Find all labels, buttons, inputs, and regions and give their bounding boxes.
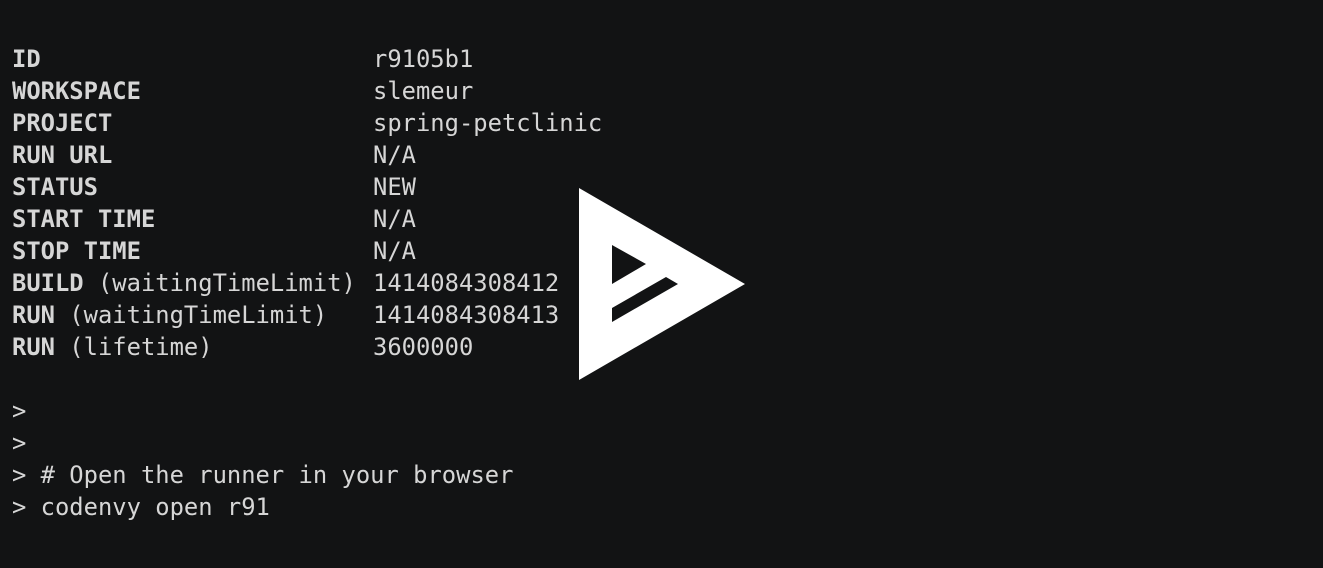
- info-row-workspace: WORKSPACE slemeur: [12, 75, 1302, 107]
- prompt-comment: > # Open the runner in your browser: [12, 461, 514, 489]
- info-key: BUILD (waitingTimeLimit): [12, 267, 373, 299]
- info-row-project: PROJECT spring-petclinic: [12, 107, 1302, 139]
- info-key-name: STATUS: [12, 173, 98, 201]
- info-key: PROJECT: [12, 107, 373, 139]
- info-key-name: STOP TIME: [12, 237, 141, 265]
- info-key-param: (lifetime): [54, 333, 213, 361]
- info-key-name: RUN URL: [12, 141, 113, 169]
- info-value: N/A: [373, 237, 416, 265]
- info-key: STATUS: [12, 171, 373, 203]
- info-value: 1414084308412: [373, 269, 560, 297]
- info-key-name: PROJECT: [12, 109, 113, 137]
- info-key-name: START TIME: [12, 205, 156, 233]
- info-value: N/A: [373, 205, 416, 233]
- info-value: spring-petclinic: [373, 109, 603, 137]
- info-value: r9105b1: [373, 45, 474, 73]
- info-key: RUN (lifetime): [12, 331, 373, 363]
- asciinema-play-icon[interactable]: [578, 187, 746, 381]
- info-row-run-url: RUN URL N/A: [12, 139, 1302, 171]
- info-row-id: ID r9105b1: [12, 43, 1302, 75]
- info-key: START TIME: [12, 203, 373, 235]
- info-key-param: (waitingTimeLimit): [83, 269, 356, 297]
- play-triangle-shape: [579, 188, 745, 380]
- prompt-line: >: [12, 429, 27, 457]
- info-key: WORKSPACE: [12, 75, 373, 107]
- info-value: slemeur: [373, 77, 474, 105]
- info-key-name: WORKSPACE: [12, 77, 141, 105]
- info-key-name: ID: [12, 45, 41, 73]
- info-key-param: (waitingTimeLimit): [54, 301, 328, 329]
- info-key: ID: [12, 43, 373, 75]
- info-key-name: RUN: [12, 333, 55, 361]
- info-value: NEW: [373, 173, 416, 201]
- info-value: 3600000: [373, 333, 474, 361]
- info-key: RUN (waitingTimeLimit): [12, 299, 373, 331]
- info-key: STOP TIME: [12, 235, 373, 267]
- prompt-line: >: [12, 397, 27, 425]
- info-value: 1414084308413: [373, 301, 560, 329]
- info-key: RUN URL: [12, 139, 373, 171]
- info-value: N/A: [373, 141, 416, 169]
- info-key-name: BUILD: [12, 269, 84, 297]
- prompt-command: > codenvy open r91: [12, 493, 270, 521]
- info-key-name: RUN: [12, 301, 55, 329]
